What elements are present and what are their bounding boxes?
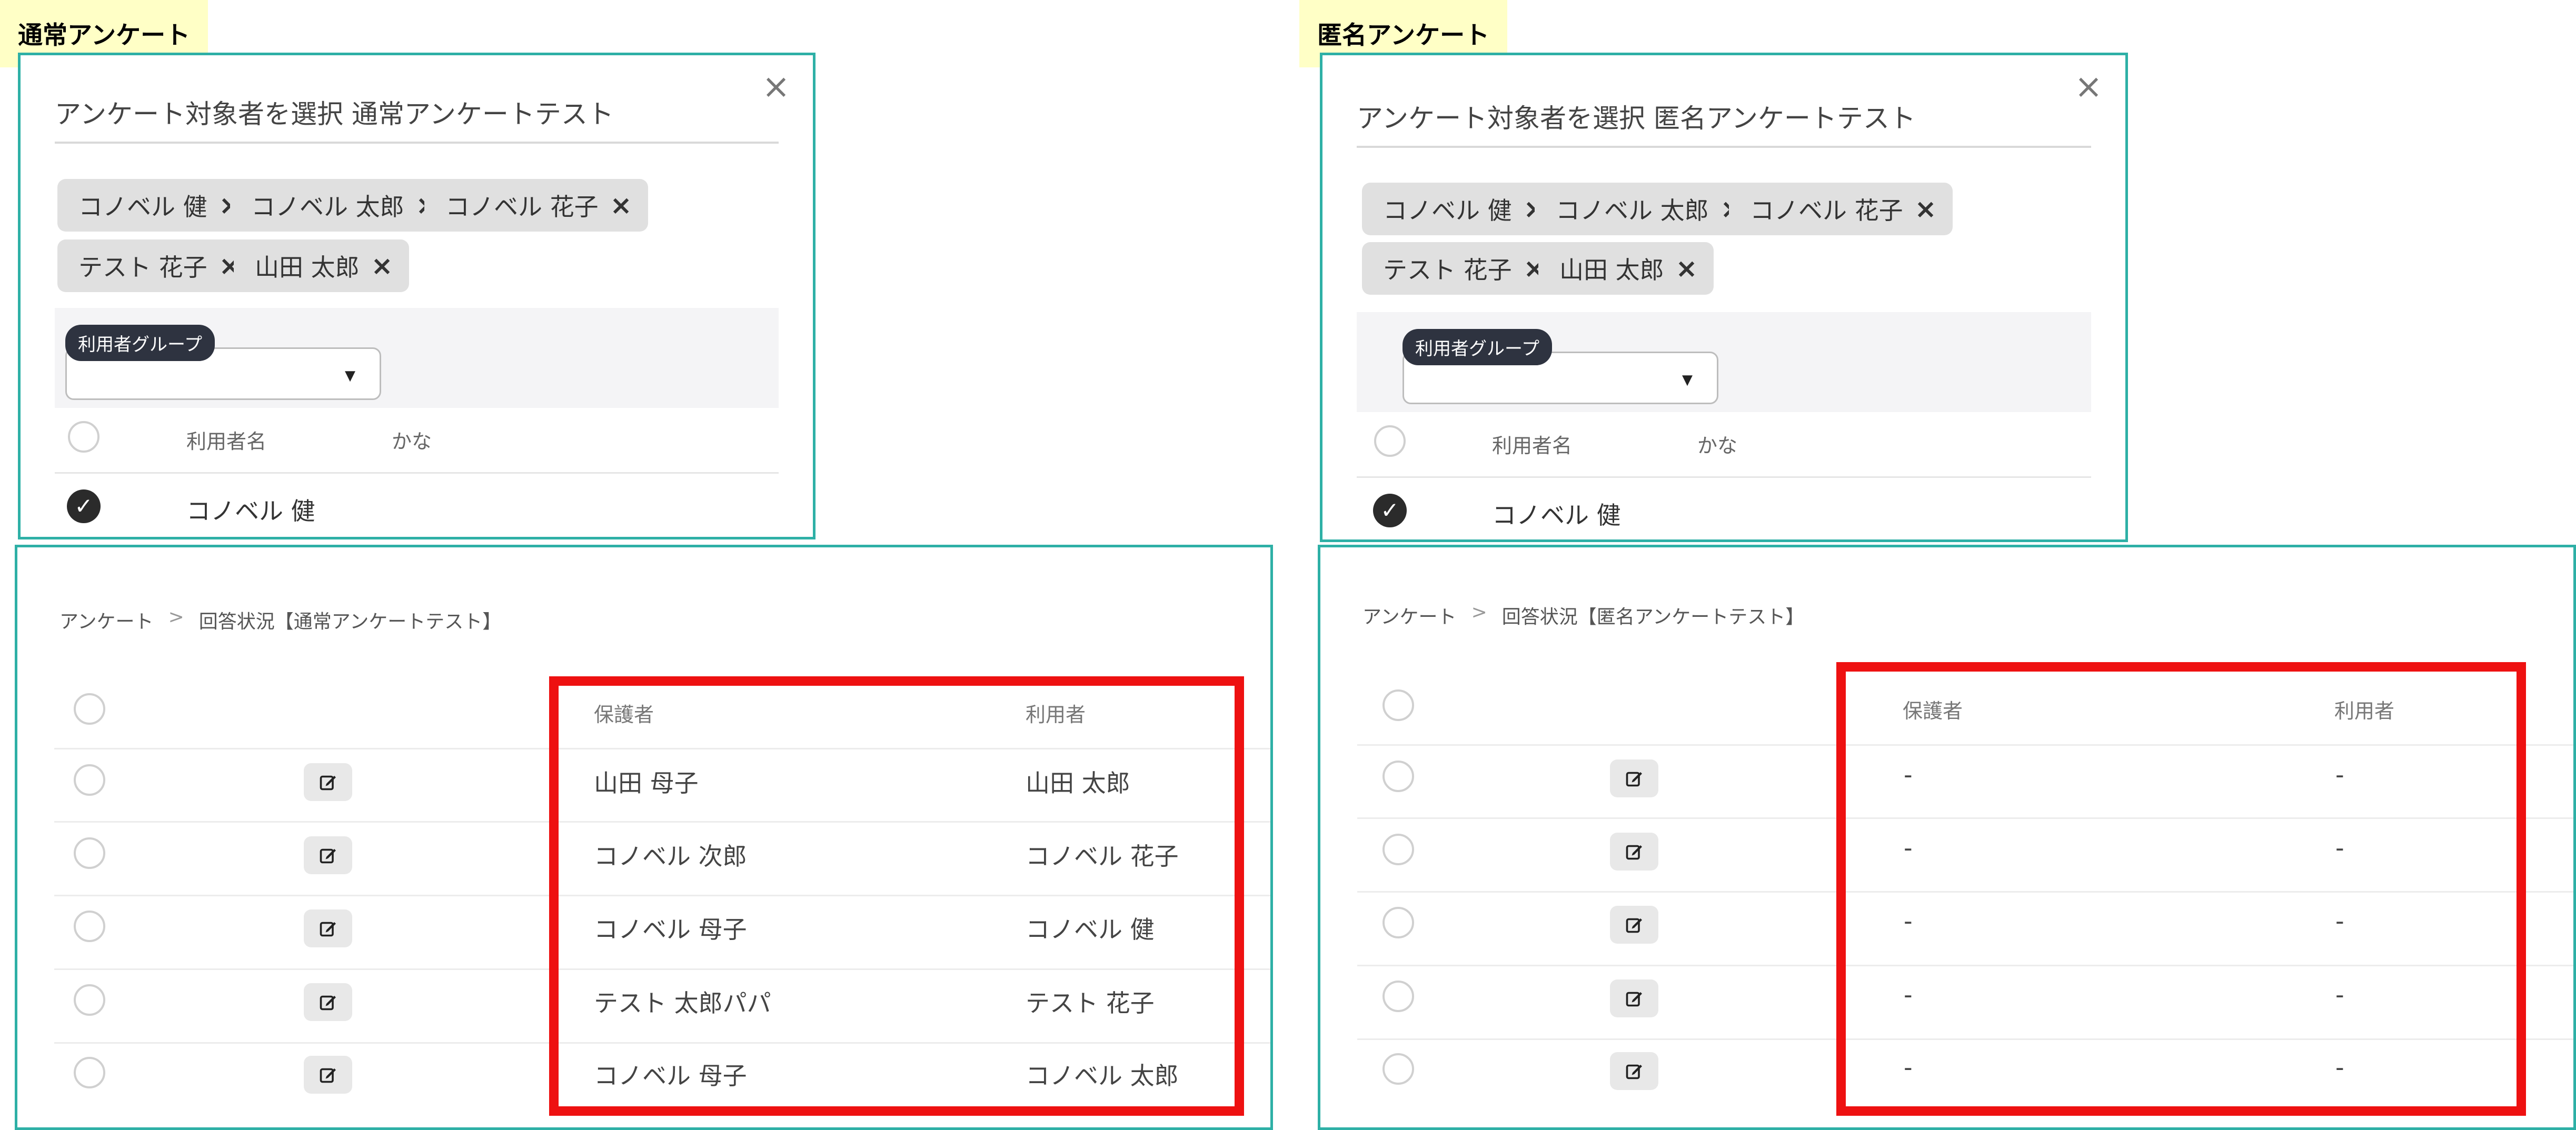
breadcrumb-current: 回答状況【通常アンケートテスト】: [198, 611, 502, 633]
edit-button[interactable]: [1610, 979, 1658, 1017]
chevron-right-icon: >: [1471, 602, 1487, 623]
close-icon[interactable]: ×: [2073, 70, 2104, 104]
breadcrumb-item[interactable]: アンケート: [1362, 602, 1457, 629]
chip-label: コノベル 太郎: [251, 193, 404, 221]
check-icon[interactable]: ✓: [1373, 494, 1407, 527]
row-checkbox[interactable]: [1383, 981, 1414, 1012]
recipient-chip: テスト 花子 ×: [57, 239, 257, 292]
check-icon[interactable]: ✓: [67, 489, 101, 523]
row-checkbox[interactable]: [74, 764, 105, 796]
dialog-title: アンケート対象者を選択 通常アンケートテスト: [55, 99, 614, 129]
divider: [1357, 146, 2091, 148]
select-all-checkbox[interactable]: [68, 421, 100, 453]
edit-icon: [1626, 992, 1642, 1007]
select-all-checkbox[interactable]: [1383, 689, 1414, 721]
response-status-panel-anonymous: アンケート > 回答状況【匿名アンケートテスト】 保護者 利用者 - - - -…: [1318, 545, 2576, 1130]
row-checkbox[interactable]: [74, 837, 105, 869]
row-checkbox[interactable]: [1383, 1053, 1414, 1085]
caret-down-icon: ▼: [345, 368, 355, 384]
chip-label: 山田 太郎: [255, 253, 360, 282]
highlight-box: [549, 676, 1244, 1116]
edit-button[interactable]: [304, 1056, 352, 1094]
close-icon[interactable]: ×: [1915, 194, 1937, 224]
edit-button[interactable]: [1610, 759, 1658, 797]
highlight-box: [1836, 662, 2526, 1116]
edit-icon: [320, 848, 336, 864]
chip-label: コノベル 健: [78, 193, 207, 221]
chip-label: コノベル 花子: [445, 193, 599, 221]
chevron-right-icon: >: [168, 606, 184, 628]
select-recipients-dialog-normal: アンケート対象者を選択 通常アンケートテスト × コノベル 健 × コノベル 太…: [18, 53, 815, 539]
edit-button[interactable]: [304, 763, 352, 801]
chip-label: 山田 太郎: [1559, 256, 1664, 284]
edit-button[interactable]: [1610, 906, 1658, 944]
edit-button[interactable]: [304, 909, 352, 947]
recipient-chip: コノベル 健 ×: [1362, 183, 1561, 235]
chip-label: テスト 花子: [78, 253, 207, 282]
edit-icon: [320, 995, 336, 1011]
recipient-chip: 山田 太郎 ×: [1538, 242, 1714, 295]
list-item-name: コノベル 健: [186, 497, 315, 525]
close-icon[interactable]: ×: [610, 190, 632, 221]
edit-button[interactable]: [1610, 833, 1658, 871]
select-all-checkbox[interactable]: [74, 693, 105, 725]
row-checkbox[interactable]: [74, 1057, 105, 1088]
select-all-checkbox[interactable]: [1374, 425, 1406, 457]
edit-icon: [320, 922, 336, 937]
recipient-chip: 山田 太郎 ×: [234, 239, 409, 292]
column-header-kana: かな: [1697, 434, 1738, 457]
edit-icon: [320, 775, 336, 791]
divider: [55, 142, 779, 144]
dialog-title: アンケート対象者を選択 匿名アンケートテスト: [1357, 103, 1916, 134]
breadcrumb-current: 回答状況【匿名アンケートテスト】: [1501, 606, 1805, 628]
row-checkbox[interactable]: [1383, 761, 1414, 792]
caret-down-icon: ▼: [1682, 372, 1693, 388]
response-status-panel-normal: アンケート > 回答状況【通常アンケートテスト】 保護者 利用者 山田 母子 山…: [15, 545, 1273, 1130]
select-recipients-dialog-anonymous: アンケート対象者を選択 匿名アンケートテスト × コノベル 健 × コノベル 太…: [1320, 53, 2128, 542]
recipient-chip: コノベル 花子 ×: [424, 179, 648, 232]
chip-label: テスト 花子: [1383, 256, 1512, 284]
recipient-chip: コノベル 健 ×: [57, 179, 257, 232]
column-header-kana: かな: [392, 430, 432, 453]
row-checkbox[interactable]: [74, 984, 105, 1016]
row-checkbox[interactable]: [1383, 907, 1414, 938]
column-header-user-name: 利用者名: [186, 430, 267, 453]
edit-icon: [1626, 918, 1642, 933]
row-checkbox[interactable]: [1383, 834, 1414, 865]
edit-button[interactable]: [1610, 1052, 1658, 1090]
close-icon[interactable]: ×: [371, 251, 393, 281]
recipient-chip: テスト 花子 ×: [1362, 242, 1561, 295]
row-checkbox[interactable]: [74, 911, 105, 942]
divider: [55, 472, 779, 474]
divider: [1357, 476, 2091, 478]
chip-label: コノベル 花子: [1750, 196, 1903, 225]
close-icon[interactable]: ×: [760, 70, 792, 104]
edit-button[interactable]: [304, 983, 352, 1021]
edit-icon: [1626, 1064, 1642, 1079]
column-header-user-name: 利用者名: [1492, 434, 1573, 457]
user-group-label: 利用者グループ: [65, 325, 215, 361]
recipient-chip: コノベル 太郎 ×: [1535, 183, 1758, 235]
edit-icon: [1626, 845, 1642, 860]
edit-icon: [320, 1068, 336, 1083]
breadcrumb-item[interactable]: アンケート: [59, 606, 154, 634]
recipient-chip: コノベル 花子 ×: [1729, 183, 1953, 235]
edit-icon: [1626, 772, 1642, 787]
close-icon[interactable]: ×: [1676, 253, 1698, 284]
edit-button[interactable]: [304, 836, 352, 874]
breadcrumb: アンケート > 回答状況【匿名アンケートテスト】: [1362, 602, 1804, 629]
chip-label: コノベル 健: [1383, 196, 1512, 225]
list-item-name: コノベル 健: [1492, 501, 1621, 529]
chip-label: コノベル 太郎: [1556, 196, 1709, 225]
user-group-label: 利用者グループ: [1403, 329, 1552, 365]
recipient-chip: コノベル 太郎 ×: [230, 179, 454, 232]
breadcrumb: アンケート > 回答状況【通常アンケートテスト】: [59, 606, 501, 634]
